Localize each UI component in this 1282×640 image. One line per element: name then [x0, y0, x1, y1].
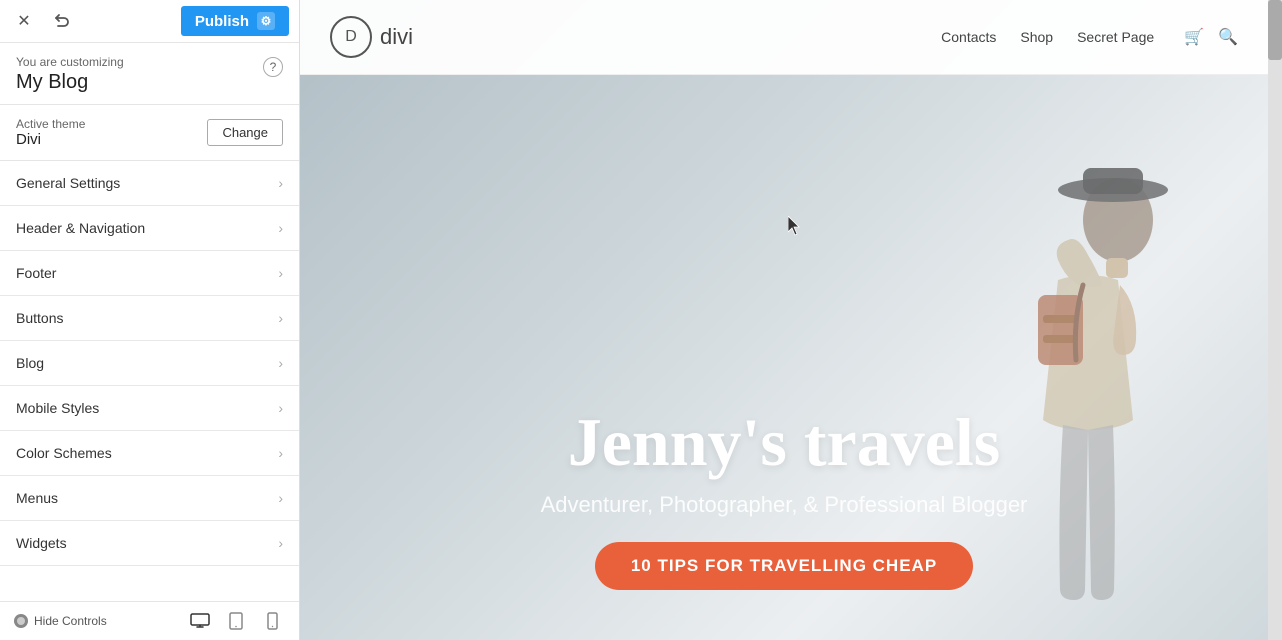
theme-info: Active theme Divi	[16, 117, 85, 148]
theme-name: Divi	[16, 131, 85, 148]
change-theme-button[interactable]: Change	[207, 119, 283, 146]
menu-item-footer[interactable]: Footer ›	[0, 251, 299, 296]
customizing-info: You are customizing My Blog	[16, 55, 124, 94]
logo-letter: D	[345, 28, 357, 46]
hide-controls-icon	[14, 614, 28, 628]
scrollbar[interactable]	[1268, 0, 1282, 640]
chevron-right-icon: ›	[278, 175, 283, 191]
menu-item-label: Blog	[16, 355, 44, 371]
nav-secret-page[interactable]: Secret Page	[1077, 29, 1154, 45]
cta-button[interactable]: 10 TIPS FOR TRAVELLING CHEAP	[595, 542, 973, 590]
menu-item-label: Widgets	[16, 535, 67, 551]
chevron-right-icon: ›	[278, 490, 283, 506]
chevron-right-icon: ›	[278, 355, 283, 371]
chevron-right-icon: ›	[278, 400, 283, 416]
hide-controls-button[interactable]: Hide Controls	[14, 614, 107, 628]
nav-icons: 🛒 🔍	[1184, 27, 1238, 47]
help-icon[interactable]: ?	[263, 57, 283, 77]
menu-item-label: Menus	[16, 490, 58, 506]
menu-item-general-settings[interactable]: General Settings ›	[0, 161, 299, 206]
hero-subtitle: Adventurer, Photographer, & Professional…	[541, 492, 1028, 518]
menu-item-widgets[interactable]: Widgets ›	[0, 521, 299, 566]
scrollbar-thumb[interactable]	[1268, 0, 1282, 60]
publish-label: Publish	[195, 13, 249, 30]
menu-item-header-navigation[interactable]: Header & Navigation ›	[0, 206, 299, 251]
blog-title: My Blog	[16, 71, 124, 94]
active-theme-label: Active theme	[16, 117, 85, 131]
hero-section: Jenny's travels Adventurer, Photographer…	[300, 0, 1268, 640]
chevron-right-icon: ›	[278, 310, 283, 326]
undo-redo-button[interactable]	[46, 7, 80, 35]
menu-item-mobile-styles[interactable]: Mobile Styles ›	[0, 386, 299, 431]
publish-gear-icon[interactable]: ⚙	[257, 12, 275, 30]
nav-contacts[interactable]: Contacts	[941, 29, 996, 45]
chevron-right-icon: ›	[278, 220, 283, 236]
close-button[interactable]: ✕	[10, 7, 38, 35]
site-preview: Jenny's travels Adventurer, Photographer…	[300, 0, 1282, 640]
chevron-right-icon: ›	[278, 535, 283, 551]
tablet-view-button[interactable]	[223, 610, 249, 632]
hide-controls-label: Hide Controls	[34, 614, 107, 628]
menu-item-label: Footer	[16, 265, 56, 281]
cart-icon[interactable]: 🛒	[1184, 27, 1204, 47]
hero-content: Jenny's travels Adventurer, Photographer…	[501, 405, 1068, 590]
logo-text: divi	[380, 24, 413, 50]
top-bar: ✕ Publish ⚙	[0, 0, 299, 43]
bottom-bar: Hide Controls	[0, 601, 299, 640]
customizing-section: You are customizing My Blog ?	[0, 43, 299, 105]
customizing-label: You are customizing	[16, 55, 124, 69]
menu-item-label: Header & Navigation	[16, 220, 145, 236]
customizer-panel: ✕ Publish ⚙ You are customizing My Blog …	[0, 0, 300, 640]
desktop-view-button[interactable]	[187, 610, 213, 632]
site-header: D divi Contacts Shop Secret Page 🛒 🔍	[300, 0, 1268, 75]
menu-item-label: Mobile Styles	[16, 400, 99, 416]
publish-button[interactable]: Publish ⚙	[181, 6, 289, 36]
menu-item-blog[interactable]: Blog ›	[0, 341, 299, 386]
chevron-right-icon: ›	[278, 445, 283, 461]
site-logo[interactable]: D divi	[330, 16, 413, 58]
menu-item-label: Color Schemes	[16, 445, 112, 461]
hero-title: Jenny's travels	[541, 405, 1028, 480]
chevron-right-icon: ›	[278, 265, 283, 281]
nav-shop[interactable]: Shop	[1020, 29, 1053, 45]
menu-item-label: Buttons	[16, 310, 63, 326]
logo-icon: D	[330, 16, 372, 58]
menu-item-label: General Settings	[16, 175, 120, 191]
mobile-view-button[interactable]	[259, 610, 285, 632]
search-icon[interactable]: 🔍	[1218, 27, 1238, 47]
customizer-menu-list: General Settings›Header & Navigation›Foo…	[0, 161, 299, 601]
menu-item-color-schemes[interactable]: Color Schemes ›	[0, 431, 299, 476]
theme-section: Active theme Divi Change	[0, 105, 299, 161]
menu-item-buttons[interactable]: Buttons ›	[0, 296, 299, 341]
menu-item-menus[interactable]: Menus ›	[0, 476, 299, 521]
site-navigation: Contacts Shop Secret Page 🛒 🔍	[941, 27, 1238, 47]
